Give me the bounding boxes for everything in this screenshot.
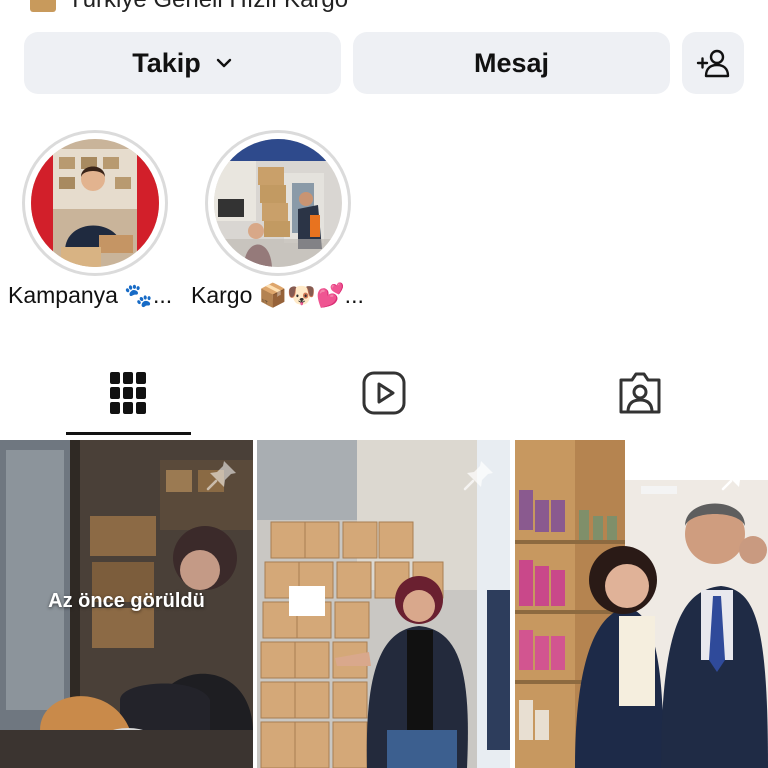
pin-icon xyxy=(463,461,493,491)
tab-tagged[interactable] xyxy=(512,350,768,436)
pin-icon xyxy=(721,461,751,491)
seen-overlay-text: Az önce görüldü xyxy=(48,590,205,612)
reels-icon xyxy=(362,371,406,415)
message-button[interactable]: Mesaj xyxy=(353,32,670,94)
highlight-label: Kargo 📦🐶💕... xyxy=(191,282,364,308)
highlight-cover-image xyxy=(214,139,342,267)
follow-label: Takip xyxy=(132,47,201,78)
follow-button[interactable]: Takip xyxy=(24,32,341,94)
post-thumbnail[interactable] xyxy=(257,440,510,768)
posts-grid: Az önce görüldü xyxy=(0,440,768,768)
tab-reels[interactable] xyxy=(256,350,512,436)
highlight-kargo[interactable]: Kargo 📦🐶💕... xyxy=(191,130,364,308)
profile-tabs xyxy=(0,350,768,436)
add-person-icon xyxy=(696,49,730,78)
post-thumbnail[interactable]: Az önce görüldü xyxy=(0,440,253,768)
active-tab-indicator xyxy=(66,432,191,435)
tagged-icon xyxy=(619,372,661,414)
message-label: Mesaj xyxy=(473,47,550,78)
chevron-down-icon xyxy=(216,58,231,68)
bio-line: Türkiye Geneli Hızlı Kargo xyxy=(30,0,348,14)
highlight-label: Kampanya 🐾... xyxy=(8,282,173,308)
highlight-ring xyxy=(205,130,351,276)
highlight-ring xyxy=(22,130,168,276)
pin-icon xyxy=(206,461,236,491)
post-thumbnail[interactable] xyxy=(515,440,768,768)
highlight-kampanya[interactable]: Kampanya 🐾... xyxy=(8,130,172,308)
tab-posts-grid[interactable] xyxy=(0,350,256,436)
add-person-button[interactable] xyxy=(682,32,744,94)
package-icon xyxy=(30,0,56,12)
highlight-cover-image xyxy=(31,139,159,267)
bio-text: Türkiye Geneli Hızlı Kargo xyxy=(68,0,348,13)
grid-icon xyxy=(110,372,146,414)
